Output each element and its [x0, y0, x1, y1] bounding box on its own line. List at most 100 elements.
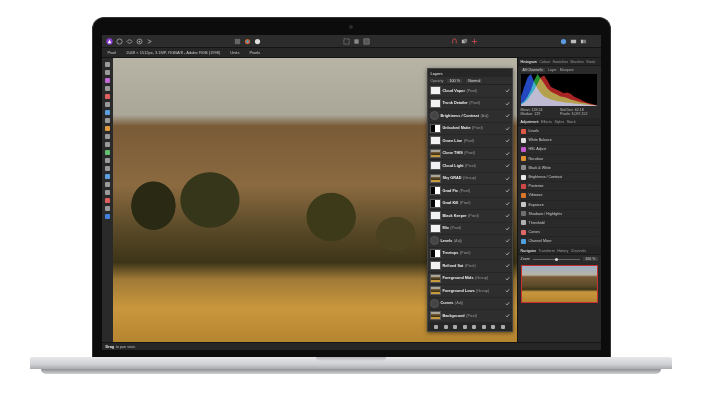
- tool-icon[interactable]: [105, 150, 110, 155]
- layer-row[interactable]: Trunk Detailer(Pixel): [428, 98, 512, 111]
- layer-row[interactable]: Black Keeper(Pixel): [428, 210, 512, 223]
- adjustment-item[interactable]: Brightness / Contrast: [521, 173, 598, 182]
- layer-row[interactable]: Cloud Vapor(Pixel): [428, 85, 512, 98]
- panel-tab[interactable]: Stock: [586, 60, 595, 64]
- quick-mask-icon[interactable]: [363, 38, 370, 45]
- panel-tab[interactable]: Adjustment: [521, 120, 539, 124]
- layer-action-icon[interactable]: [444, 325, 448, 329]
- visibility-check-icon[interactable]: [505, 276, 510, 281]
- layer-row[interactable]: Brightness / Contrast(Adj): [428, 110, 512, 123]
- layer-action-icon[interactable]: [501, 325, 505, 329]
- layer-row[interactable]: Grad Fix(Pixel): [428, 185, 512, 198]
- tool-icon[interactable]: [105, 134, 110, 139]
- adjustment-item[interactable]: Black & White: [521, 164, 598, 173]
- panel-tab[interactable]: Histogram: [521, 60, 537, 64]
- panel-tab[interactable]: Styles: [554, 120, 564, 124]
- adjustment-item[interactable]: Channel Mixer: [521, 237, 598, 246]
- layer-row[interactable]: Grad Kill(Pixel): [428, 198, 512, 211]
- auto-levels-icon[interactable]: [234, 38, 241, 45]
- panel-tab[interactable]: Brushes: [571, 60, 584, 64]
- blend-mode[interactable]: Normal: [466, 79, 482, 83]
- liquify-persona-icon[interactable]: [126, 38, 133, 45]
- visibility-check-icon[interactable]: [505, 138, 510, 143]
- layer-row[interactable]: Treetops(Pixel): [428, 248, 512, 261]
- adjustment-item[interactable]: Levels: [521, 127, 598, 136]
- layer-row[interactable]: Unlocked Matte(Pixel): [428, 123, 512, 136]
- deselect-icon[interactable]: [353, 38, 360, 45]
- histogram-option[interactable]: Layer: [548, 68, 557, 72]
- layer-row[interactable]: Curves(Adj): [428, 298, 512, 311]
- order-icon[interactable]: [461, 38, 468, 45]
- layer-row[interactable]: Cloud Light(Pixel): [428, 160, 512, 173]
- visibility-check-icon[interactable]: [505, 301, 510, 306]
- zoom-slider[interactable]: [533, 259, 581, 260]
- adjustment-item[interactable]: Vibrance: [521, 191, 598, 200]
- selection-mode-icon[interactable]: [343, 38, 350, 45]
- adjustment-item[interactable]: Recolour: [521, 155, 598, 164]
- zoom-value[interactable]: 100 %: [583, 257, 597, 261]
- navigator-thumbnail[interactable]: [521, 265, 598, 303]
- develop-persona-icon[interactable]: [136, 38, 143, 45]
- panel-tab[interactable]: Channels: [571, 249, 586, 253]
- adjustment-item[interactable]: Shadows / Highlights: [521, 210, 598, 219]
- layer-action-icon[interactable]: [472, 325, 476, 329]
- layer-action-icon[interactable]: [453, 325, 457, 329]
- opacity-value[interactable]: 100 %: [447, 79, 462, 83]
- visibility-check-icon[interactable]: [505, 151, 510, 156]
- layer-row[interactable]: Levels(Adj): [428, 235, 512, 248]
- adjustment-item[interactable]: White Balance: [521, 136, 598, 145]
- tool-icon[interactable]: [105, 142, 110, 147]
- layer-action-icon[interactable]: [491, 325, 495, 329]
- visibility-check-icon[interactable]: [505, 176, 510, 181]
- tool-icon[interactable]: [105, 126, 110, 131]
- visibility-check-icon[interactable]: [505, 101, 510, 106]
- tool-icon[interactable]: [105, 110, 110, 115]
- colour-wheel-icon[interactable]: [244, 38, 251, 45]
- visibility-check-icon[interactable]: [505, 213, 510, 218]
- histogram-option[interactable]: Marquee: [560, 68, 574, 72]
- tool-icon[interactable]: [105, 174, 110, 179]
- snapping-icon[interactable]: [451, 38, 458, 45]
- visibility-check-icon[interactable]: [505, 238, 510, 243]
- layer-row[interactable]: Sky GRAD(Group): [428, 173, 512, 186]
- auto-white-balance-icon[interactable]: [254, 38, 261, 45]
- panel-tab[interactable]: Colour: [539, 60, 550, 64]
- visibility-check-icon[interactable]: [505, 113, 510, 118]
- panel-tab[interactable]: Transform: [538, 249, 554, 253]
- layer-row[interactable]: Background(Pixel): [428, 310, 512, 323]
- tool-icon[interactable]: [105, 190, 110, 195]
- tool-icon[interactable]: [105, 70, 110, 75]
- channel-dropdown[interactable]: All Channels: [521, 68, 545, 72]
- layers-tab[interactable]: Layers: [431, 71, 443, 76]
- tool-icon[interactable]: [105, 94, 110, 99]
- export-persona-icon[interactable]: [146, 38, 153, 45]
- layer-action-icon[interactable]: [482, 325, 486, 329]
- tool-icon[interactable]: [105, 214, 110, 219]
- assistant-icon[interactable]: [560, 38, 567, 45]
- tool-icon[interactable]: [105, 166, 110, 171]
- split-view-icon[interactable]: [580, 38, 587, 45]
- visibility-check-icon[interactable]: [505, 251, 510, 256]
- panel-tab[interactable]: History: [557, 249, 568, 253]
- layer-row[interactable]: Omen Line(Pixel): [428, 135, 512, 148]
- tool-icon[interactable]: [105, 198, 110, 203]
- tool-icon[interactable]: [105, 206, 110, 211]
- adjustment-item[interactable]: Posterise: [521, 182, 598, 191]
- layer-row[interactable]: Refined Sat(Pixel): [428, 260, 512, 273]
- adjustment-item[interactable]: Exposure: [521, 201, 598, 210]
- visibility-check-icon[interactable]: [505, 288, 510, 293]
- panel-tab[interactable]: Stock: [567, 120, 576, 124]
- visibility-check-icon[interactable]: [505, 88, 510, 93]
- layer-row[interactable]: Foreground Mids(Group): [428, 273, 512, 286]
- visibility-check-icon[interactable]: [505, 163, 510, 168]
- adjustment-item[interactable]: Threshold: [521, 219, 598, 228]
- layer-row[interactable]: Clone THIS(Pixel): [428, 148, 512, 161]
- tool-icon[interactable]: [105, 62, 110, 67]
- visibility-check-icon[interactable]: [505, 201, 510, 206]
- tool-icon[interactable]: [105, 158, 110, 163]
- visibility-check-icon[interactable]: [505, 126, 510, 131]
- adjustment-item[interactable]: HSL Adjust: [521, 145, 598, 154]
- layer-action-icon[interactable]: [463, 325, 467, 329]
- tool-icon[interactable]: [105, 182, 110, 187]
- canvas[interactable]: LayersOpacity100 %NormalCloud Vapor(Pixe…: [113, 58, 517, 342]
